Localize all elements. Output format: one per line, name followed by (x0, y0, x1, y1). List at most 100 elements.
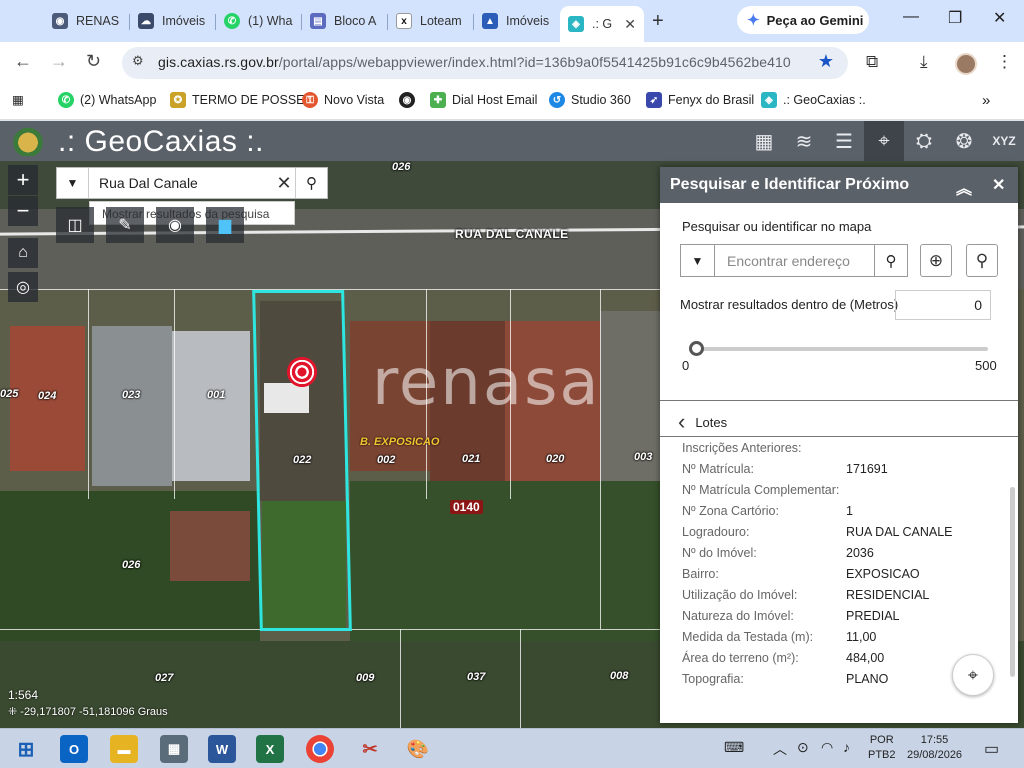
bookmark-novo-vista[interactable]: ⚿ Novo Vista (302, 92, 384, 108)
calculator-icon[interactable]: ▦ (160, 735, 188, 763)
bookmark-geocaxias[interactable]: ◈ .: GeoCaxias :. (761, 92, 866, 108)
distance-slider-handle[interactable] (689, 341, 704, 356)
legend-list-icon[interactable]: ☰ (824, 121, 864, 161)
close-panel-icon[interactable]: ✕ (992, 175, 1005, 195)
attribute-row: Bairro: EXPOSICAO (682, 567, 1002, 588)
word-icon[interactable]: W (208, 735, 236, 763)
volume-icon[interactable]: ♪ (843, 739, 850, 755)
zoom-out-button[interactable]: − (8, 196, 38, 226)
chrome-icon[interactable] (306, 735, 334, 763)
distance-input[interactable]: 0 (895, 290, 991, 320)
restore-icon[interactable]: ❐ (948, 8, 962, 28)
map-pin-button[interactable]: ⚲ (966, 244, 998, 277)
collapse-chevron-icon[interactable]: ︽ (956, 175, 972, 199)
distance-slider-track[interactable] (696, 347, 988, 351)
tab-whatsapp[interactable]: ✆ (1) Wha (216, 6, 302, 36)
bookmark-whatsapp[interactable]: ✆ (2) WhatsApp (58, 92, 156, 108)
film-icon[interactable]: ❂ (944, 121, 984, 161)
search-source-dropdown-icon[interactable]: ▼ (681, 245, 715, 276)
chevron-left-icon: ‹ (678, 409, 686, 434)
crosshair-locate-button[interactable]: ⊕ (920, 244, 952, 277)
bookmark-fenyx[interactable]: ➶ Fenyx do Brasil (646, 92, 754, 108)
search-source-dropdown-icon[interactable]: ▼ (57, 168, 89, 198)
panel-scrollbar[interactable] (1010, 487, 1015, 677)
zoom-in-button[interactable]: + (8, 165, 38, 195)
tab-bloco-a[interactable]: ▤ Bloco A (302, 6, 388, 36)
panel-subtitle: Pesquisar ou identificar no mapa (682, 219, 872, 234)
tab-imoveis[interactable]: ☁ Imóveis (130, 6, 216, 36)
bookmarks-bar: ▦ ✆ (2) WhatsApp ✪ TERMO DE POSSE ⚿ Novo Vi… (0, 84, 1024, 120)
neighborhood-label: B. EXPOSICAO (360, 436, 440, 448)
windows-start-icon[interactable]: ⊞ (12, 735, 40, 763)
basemap-gallery-icon[interactable]: ▦ (744, 121, 784, 161)
window-close-icon[interactable]: ✕ (993, 8, 1006, 28)
bookmark-star-icon[interactable]: ★ (818, 51, 834, 72)
snipping-tool-icon[interactable]: ✂ (356, 735, 384, 763)
wifi-icon[interactable]: ◠ (821, 739, 833, 756)
tab-loteam[interactable]: x Loteam (388, 6, 474, 36)
site-info-icon[interactable]: ⚙ (132, 53, 152, 73)
address-search-box[interactable]: ▼ Encontrar endereço ⚲ (680, 244, 908, 277)
roof (172, 331, 250, 481)
map-search-box[interactable]: ▼ Rua Dal Canale ✕ ⚲ (56, 167, 328, 199)
bookmark-globe[interactable]: ◉ (399, 92, 421, 108)
print-icon[interactable]: ▆ (206, 207, 244, 243)
notifications-icon[interactable]: ▭ (984, 739, 999, 759)
lot-label: 021 (462, 453, 481, 465)
address-search-input[interactable]: Encontrar endereço (715, 245, 874, 276)
outlook-icon[interactable]: O (60, 735, 88, 763)
panel-header: Pesquisar e Identificar Próximo ︽ ✕ (660, 167, 1018, 203)
excel-icon[interactable]: X (256, 735, 284, 763)
camera-icon[interactable]: ⊙ (797, 739, 809, 756)
show-hidden-icons-chevron[interactable]: ︿ (773, 739, 787, 759)
download-icon[interactable]: ⤓ (920, 52, 928, 72)
coords-toggle-icon[interactable]: ⁜ (8, 706, 20, 718)
input-language[interactable]: POR PTB2 (868, 733, 896, 763)
bookmark-studio-360[interactable]: ↺ Studio 360 (549, 92, 631, 108)
reload-icon[interactable]: ↻ (86, 51, 101, 72)
keyboard-icon[interactable]: ⌨ (724, 739, 744, 756)
xyz-icon[interactable]: XYZ (984, 121, 1024, 161)
attribute-key: Bairro: (682, 567, 719, 581)
more-bookmarks-icon[interactable]: » (982, 92, 990, 109)
file-explorer-icon[interactable]: ▬ (110, 735, 138, 763)
lot-boundary (88, 289, 89, 499)
back-icon[interactable]: ← (14, 51, 32, 72)
address-bar[interactable]: ⚙ gis.caxias.rs.gov.br/portal/apps/webap… (122, 47, 848, 79)
url-text[interactable]: gis.caxias.rs.gov.br/portal/apps/webappv… (158, 54, 791, 70)
split-view-icon[interactable]: ◫ (56, 207, 94, 243)
minimize-icon[interactable]: — (903, 8, 919, 26)
search-icon[interactable]: ⚲ (295, 168, 327, 198)
bookmark-termo-de-posse[interactable]: ✪ TERMO DE POSSE (170, 92, 305, 108)
clear-search-icon[interactable]: ✕ (273, 168, 295, 198)
new-tab-button[interactable]: + (652, 10, 664, 33)
measure-icon[interactable]: ⛭ (904, 121, 944, 161)
map-search-input[interactable]: Rua Dal Canale (89, 168, 273, 198)
extensions-icon[interactable]: ⧉ (866, 52, 878, 72)
layers-icon[interactable]: ≋ (784, 121, 824, 161)
profile-avatar[interactable] (955, 53, 977, 75)
home-icon[interactable]: ⌂ (8, 238, 38, 268)
identify-icon[interactable]: ⌖ (864, 121, 904, 161)
tab-geocaxias-active[interactable]: ◈ .: G ✕ (560, 6, 644, 42)
my-location-icon[interactable]: ◎ (8, 272, 38, 302)
lot-label: 003 (634, 451, 653, 463)
close-tab-icon[interactable]: ✕ (624, 16, 636, 33)
gemini-button[interactable]: ✦ Peça ao Gemini (737, 6, 869, 34)
globe-icon: ◉ (52, 13, 68, 29)
bookmark-dial-host[interactable]: ✚ Dial Host Email (430, 92, 537, 108)
tab-imoveis-2[interactable]: ▲ Imóveis (474, 6, 560, 36)
key-icon: ⚿ (302, 92, 318, 108)
paint-icon[interactable]: 🎨 (404, 735, 432, 763)
apps-grid-icon[interactable]: ▦ (12, 92, 24, 107)
tab-renas[interactable]: ◉ RENAS (44, 6, 130, 36)
eye-icon[interactable]: ◉ (156, 207, 194, 243)
forward-icon[interactable]: → (50, 51, 68, 72)
measure-ruler-icon[interactable]: ✎ (106, 207, 144, 243)
menu-kebab-icon[interactable]: ⋮ (996, 52, 1013, 72)
lotes-back-button[interactable]: ‹ Lotes (678, 409, 727, 435)
bookmark-label: Studio 360 (571, 93, 631, 107)
search-icon[interactable]: ⚲ (874, 245, 907, 276)
identify-location-button[interactable]: ⌖ (952, 654, 994, 696)
system-clock[interactable]: 17:55 29/08/2026 (907, 733, 962, 763)
